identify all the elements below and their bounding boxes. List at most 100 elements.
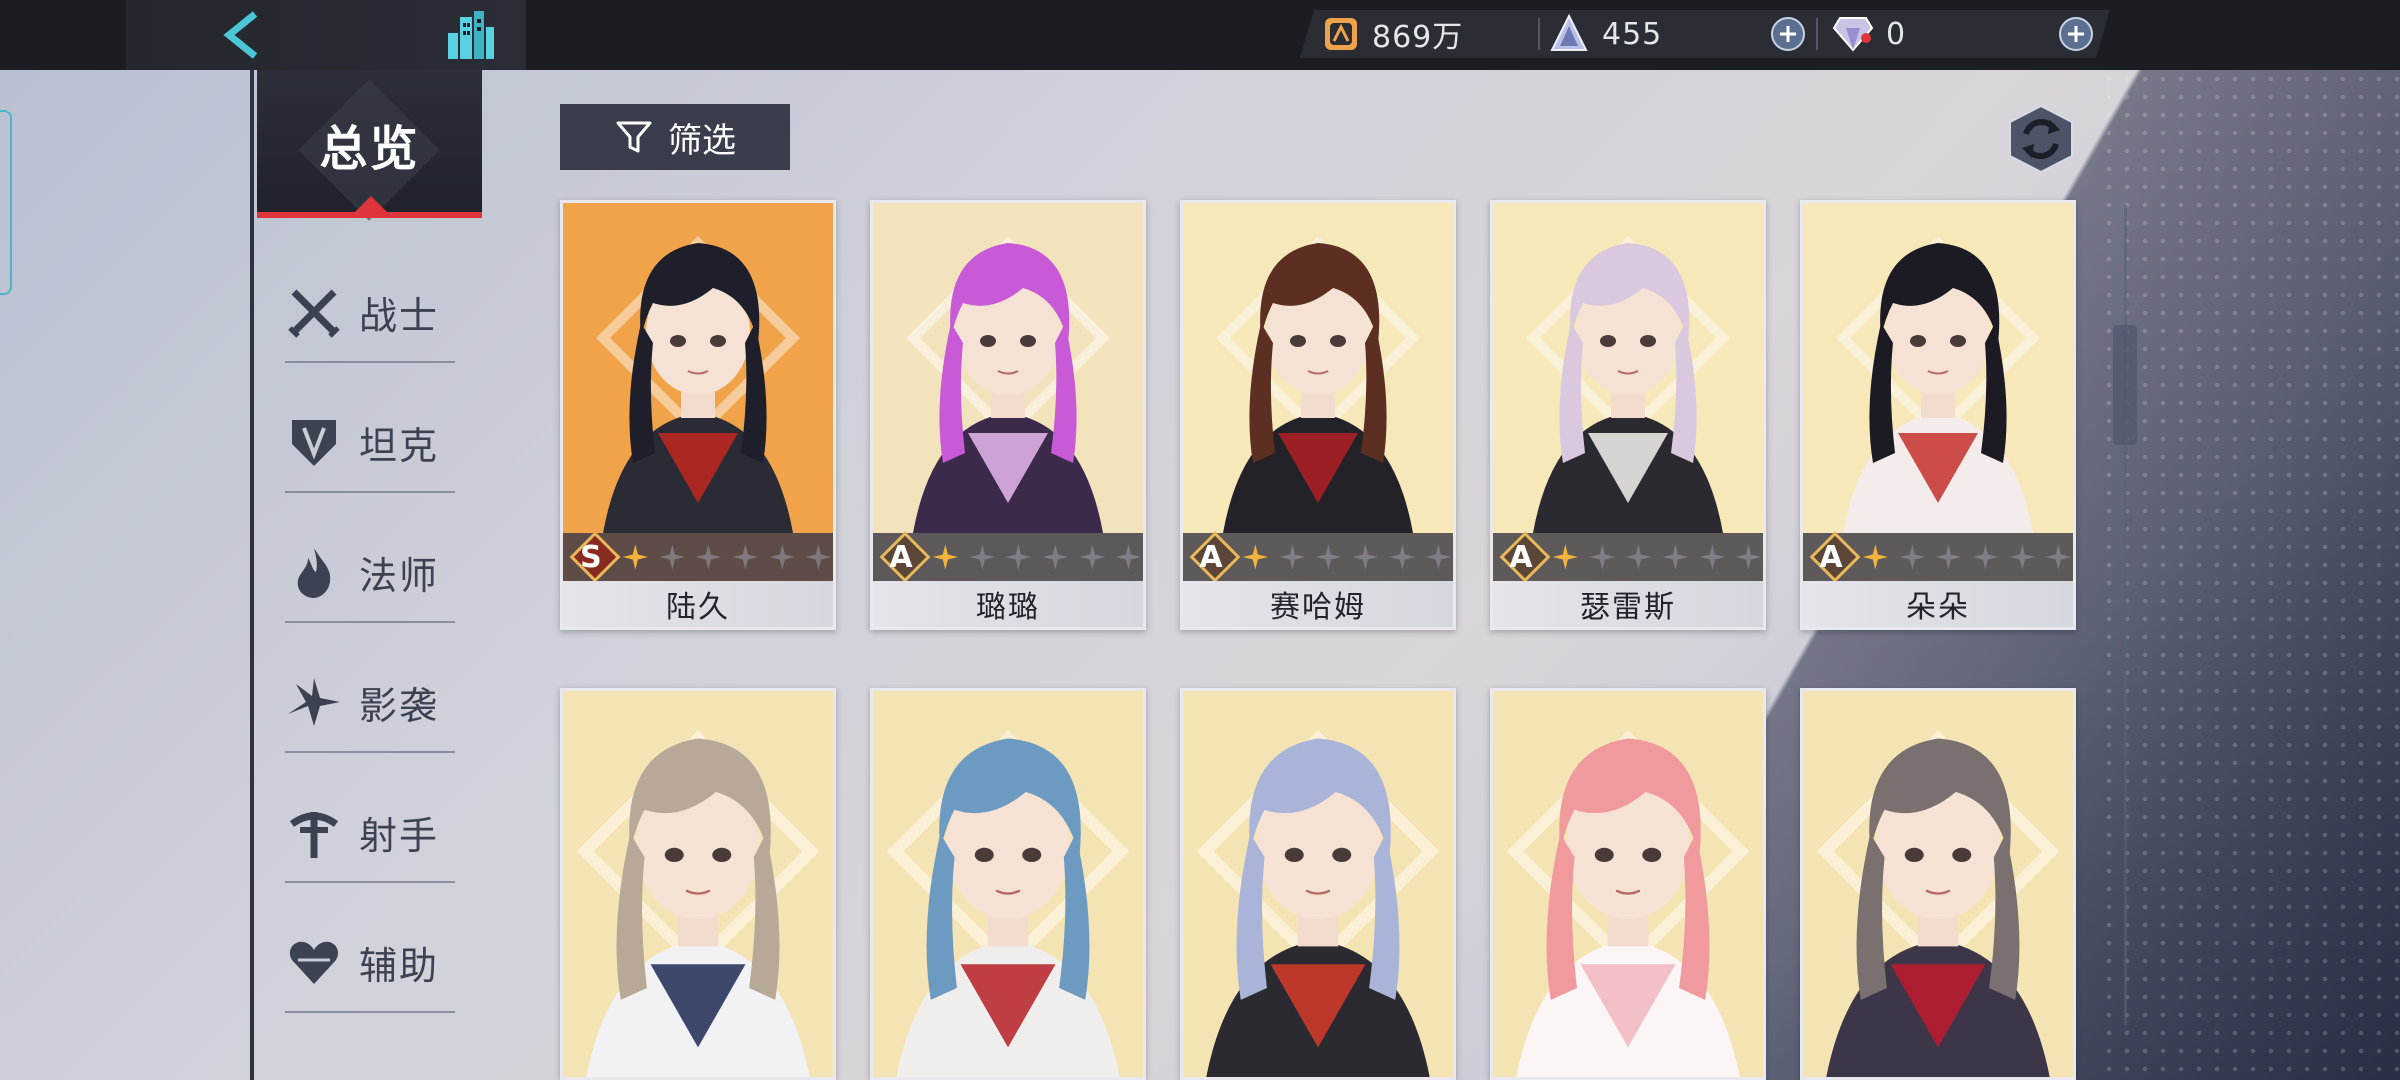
background-dots (2100, 70, 2400, 1080)
star-empty-icon (806, 544, 832, 570)
character-name: 陆久 (563, 581, 833, 627)
refresh-icon (2009, 104, 2073, 174)
flame-icon (285, 543, 343, 601)
character-portrait (873, 691, 1143, 1077)
character-portrait (1493, 691, 1763, 1077)
character-card[interactable] (1490, 688, 1766, 1080)
sidebar-item-marksman[interactable]: 射手 (285, 783, 455, 883)
filter-button[interactable]: 筛选 (560, 104, 790, 170)
grade-badge: A (1499, 531, 1551, 583)
sidebar-item-assassin[interactable]: 影袭 (285, 653, 455, 753)
filter-label: 筛选 (668, 120, 736, 161)
add-stamina-button[interactable] (1770, 16, 1806, 52)
star-filled-icon (622, 544, 648, 570)
star-empty-icon (1426, 544, 1452, 570)
rank-strip: S (563, 531, 833, 583)
city-button[interactable] (440, 6, 500, 64)
sidebar-item-label: 射手 (359, 813, 440, 858)
star-filled-icon (932, 544, 958, 570)
star-empty-icon (1736, 544, 1762, 570)
crossbow-icon (285, 803, 343, 861)
star-empty-icon (1315, 544, 1342, 570)
star-empty-icon (1625, 544, 1652, 570)
character-card[interactable]: A 瑟雷斯 (1490, 200, 1766, 630)
character-portrait (873, 203, 1143, 533)
scrollbar-thumb[interactable] (2113, 325, 2137, 445)
sidebar-item-tank[interactable]: 坦克 (285, 393, 455, 493)
back-arrow-icon (223, 11, 258, 59)
active-caret-icon (355, 196, 387, 212)
diamond-resource: 0 (1832, 10, 1906, 58)
stamina-crystal-icon (1550, 14, 1588, 51)
character-card[interactable]: A 赛哈姆 (1180, 200, 1456, 630)
star-empty-icon (1699, 544, 1725, 570)
star-empty-icon (1042, 544, 1068, 570)
star-empty-icon (2046, 544, 2072, 570)
refresh-button[interactable] (2006, 104, 2076, 174)
character-name: 朵朵 (1803, 581, 2073, 627)
rank-strip: A (1183, 531, 1453, 583)
heart-icon (285, 933, 343, 991)
star-empty-icon (659, 544, 685, 570)
star-empty-icon (1079, 544, 1105, 570)
grade-badge: A (1189, 531, 1241, 583)
sidebar-item-warrior[interactable]: 战士 (285, 263, 455, 363)
star-empty-icon (695, 544, 722, 570)
rank-strip: A (1493, 531, 1763, 583)
character-card[interactable] (1800, 688, 2076, 1080)
sidebar-item-support[interactable]: 辅助 (285, 913, 455, 1013)
stamina-resource: 455 (1548, 10, 1662, 58)
star-empty-icon (1116, 544, 1142, 570)
top-bar: 869万 455 0 (0, 0, 2400, 70)
character-portrait (1183, 203, 1453, 533)
swords-icon (285, 283, 343, 341)
star-empty-icon (1662, 544, 1688, 570)
grade-badge: A (1809, 531, 1861, 583)
plus-icon (1771, 17, 1805, 51)
character-card[interactable] (870, 688, 1146, 1080)
character-card[interactable] (560, 688, 836, 1080)
active-underline (257, 212, 482, 218)
edge-pull-tab[interactable] (0, 110, 12, 295)
star-empty-icon (769, 544, 795, 570)
star-empty-icon (1352, 544, 1378, 570)
character-card[interactable]: A 璐璐 (870, 200, 1146, 630)
character-name: 璐璐 (873, 581, 1143, 627)
sidebar-item-label: 影袭 (359, 683, 440, 728)
character-portrait (563, 691, 833, 1077)
star-empty-icon (732, 544, 758, 570)
character-card[interactable]: S 陆久 (560, 200, 836, 630)
tab-overview-label: 总览 (319, 121, 420, 177)
star-filled-icon (1862, 544, 1888, 570)
diamond-icon (1832, 17, 1874, 52)
add-diamond-button[interactable] (2058, 16, 2094, 52)
grade-letter: A (1819, 539, 1843, 575)
gold-resource: 869万 (1322, 10, 1463, 58)
star-empty-icon (1389, 544, 1415, 570)
star-empty-icon (1589, 544, 1615, 570)
tab-overview[interactable]: 总览 (257, 70, 482, 221)
back-button[interactable] (210, 6, 270, 64)
character-portrait (1183, 691, 1453, 1077)
star-empty-icon (969, 544, 995, 570)
character-card[interactable] (1180, 688, 1456, 1080)
plus-icon (2059, 17, 2093, 51)
grade-letter: A (1509, 539, 1533, 575)
resource-divider (1816, 18, 1818, 50)
sidebar-item-label: 辅助 (359, 943, 440, 988)
diamond-value: 0 (1886, 16, 1907, 52)
star-empty-icon (1005, 544, 1032, 570)
gold-value: 869万 (1372, 20, 1464, 55)
character-card[interactable]: A 朵朵 (1800, 200, 2076, 630)
sidebar-item-label: 法师 (359, 553, 440, 598)
star-empty-icon (1899, 544, 1925, 570)
sidebar-item-label: 坦克 (359, 423, 440, 468)
sidebar-item-mage[interactable]: 法师 (285, 523, 455, 623)
city-icon (448, 11, 494, 59)
star-empty-icon (1935, 544, 1962, 570)
character-portrait (1803, 691, 2073, 1077)
stamina-value: 455 (1602, 16, 1663, 52)
grade-letter: A (1199, 539, 1223, 575)
star-empty-icon (2009, 544, 2035, 570)
character-name: 赛哈姆 (1183, 581, 1453, 627)
